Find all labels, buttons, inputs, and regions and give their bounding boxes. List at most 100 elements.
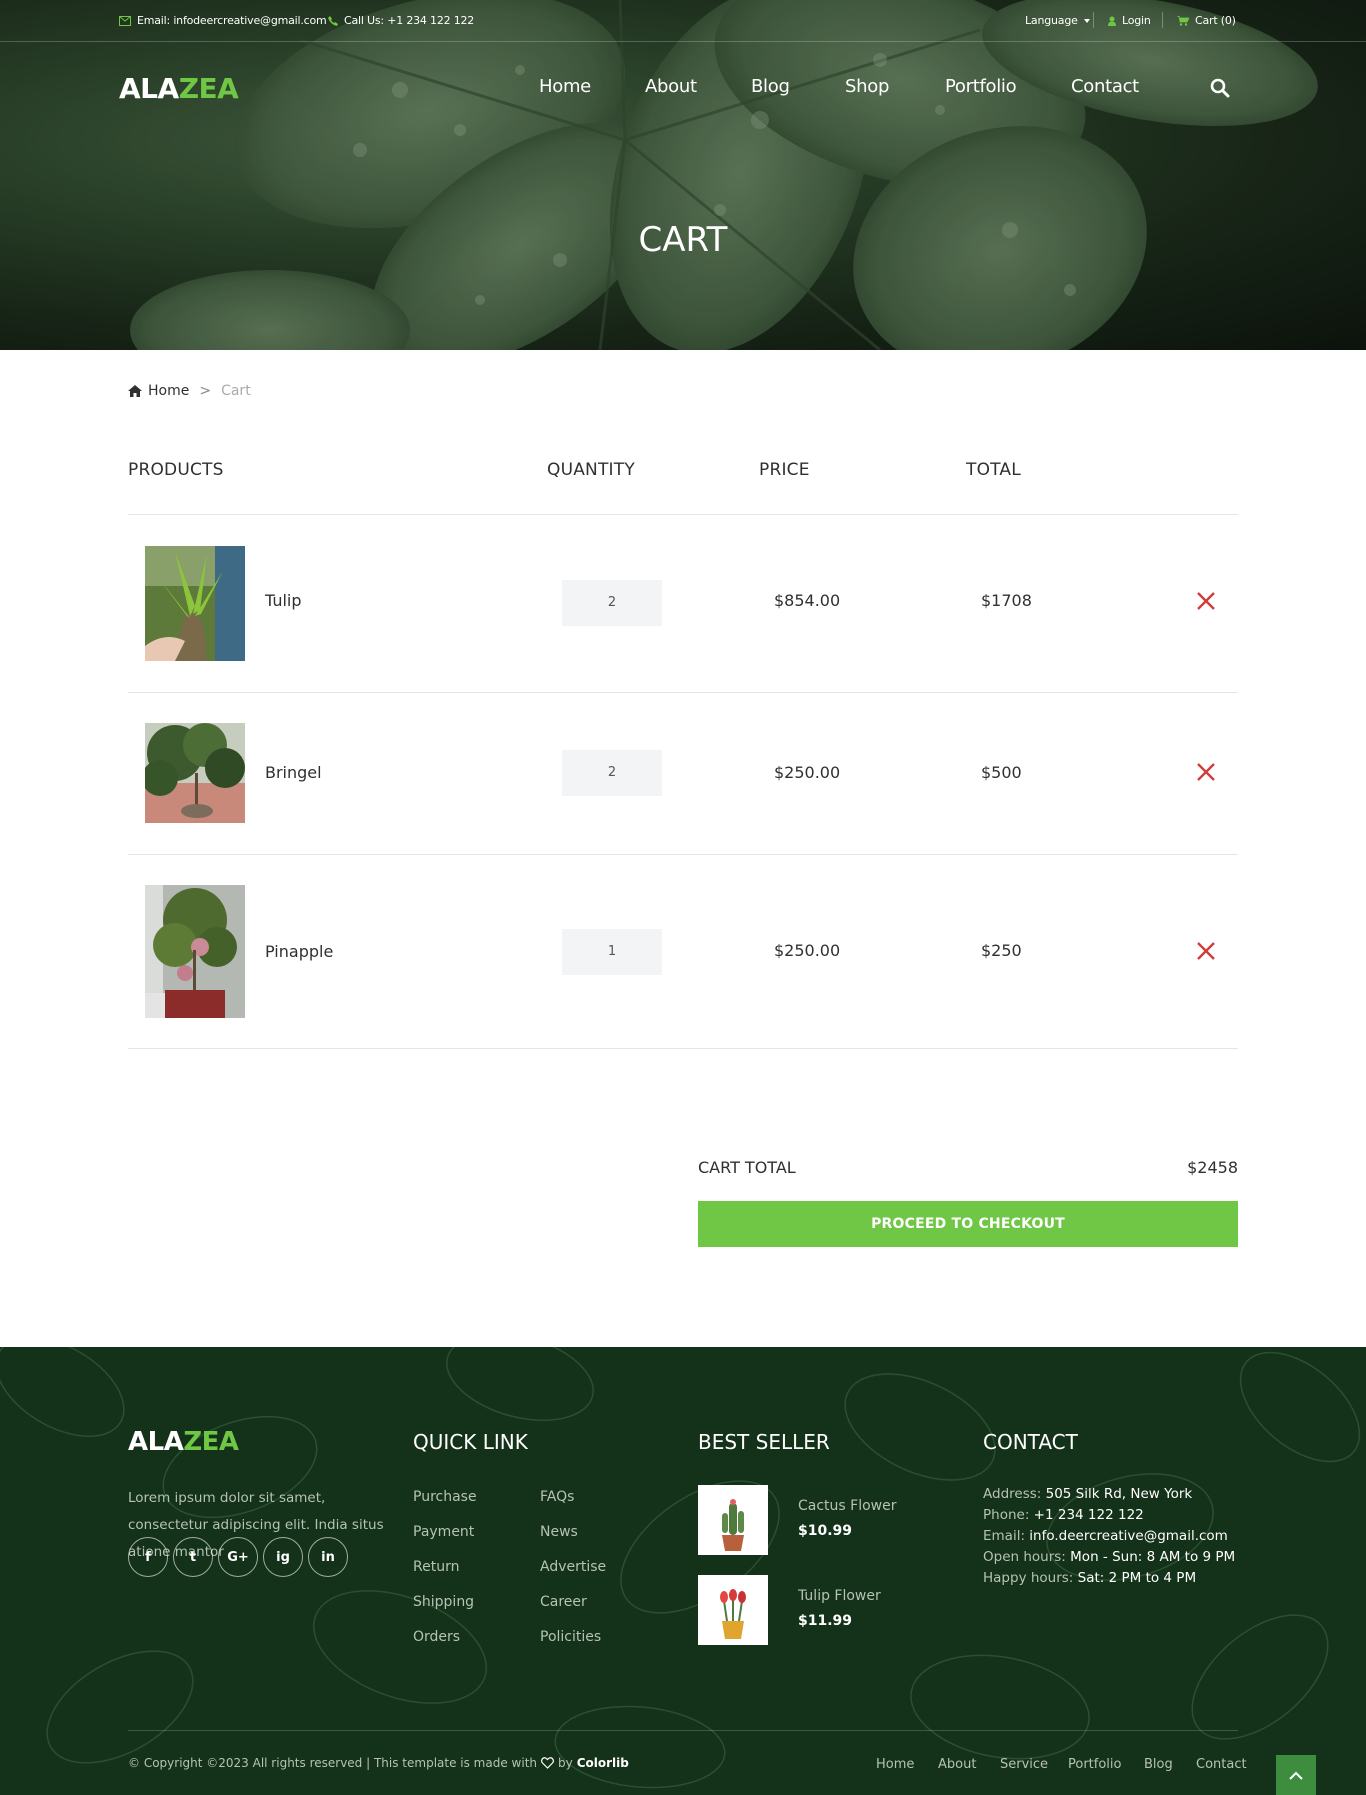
quick-link[interactable]: Advertise bbox=[540, 1559, 606, 1575]
nav-blog[interactable]: Blog bbox=[751, 76, 790, 97]
footer-nav-service[interactable]: Service bbox=[1000, 1757, 1048, 1772]
cart-label: Cart (0) bbox=[1195, 14, 1236, 27]
quick-link[interactable]: Return bbox=[413, 1559, 459, 1575]
product-image[interactable] bbox=[145, 546, 245, 661]
column-header-products: PRODUCTS bbox=[128, 460, 224, 480]
google-plus-icon[interactable]: G+ bbox=[218, 1537, 258, 1577]
proceed-to-checkout-button[interactable]: PROCEED TO CHECKOUT bbox=[698, 1201, 1238, 1247]
product-total: $250 bbox=[981, 941, 1022, 960]
best-seller-name[interactable]: Tulip Flower bbox=[798, 1588, 881, 1604]
facebook-icon[interactable]: f bbox=[128, 1537, 168, 1577]
logo-part-2: ZEA bbox=[178, 72, 239, 105]
best-seller-image[interactable] bbox=[698, 1485, 768, 1555]
quick-link[interactable]: Purchase bbox=[413, 1489, 477, 1505]
nav-contact[interactable]: Contact bbox=[1071, 76, 1139, 97]
quick-link[interactable]: Career bbox=[540, 1594, 587, 1610]
product-price: $854.00 bbox=[774, 591, 841, 610]
table-divider bbox=[128, 1048, 1238, 1049]
quick-link[interactable]: Policities bbox=[540, 1629, 601, 1645]
contact-value[interactable]: +1 234 122 122 bbox=[1034, 1507, 1144, 1523]
product-total: $1708 bbox=[981, 591, 1032, 610]
column-header-quantity: QUANTITY bbox=[547, 460, 635, 480]
nav-about[interactable]: About bbox=[645, 76, 697, 97]
logo-part-1: ALA bbox=[128, 1427, 184, 1457]
table-row: Pinapple 1 $250.00 $250 bbox=[128, 855, 1238, 1049]
search-button[interactable] bbox=[1210, 78, 1230, 102]
remove-item-button[interactable] bbox=[1196, 941, 1216, 961]
contact-value: Mon - Sun: 8 AM to 9 PM bbox=[1070, 1549, 1236, 1565]
contact-label: Happy hours: bbox=[983, 1570, 1078, 1586]
copyright: © Copyright ©2023 All rights reserved | … bbox=[128, 1756, 629, 1770]
cart-link[interactable]: Cart (0) bbox=[1177, 14, 1236, 27]
cart-total-value: $2458 bbox=[1187, 1158, 1238, 1177]
breadcrumb: Home > Cart bbox=[128, 383, 251, 399]
breadcrumb-current: Cart bbox=[221, 383, 251, 399]
quick-link[interactable]: Payment bbox=[413, 1524, 474, 1540]
footer-divider bbox=[128, 1730, 1238, 1731]
contact-value: 505 Silk Rd, New York bbox=[1045, 1486, 1193, 1502]
language-dropdown[interactable]: Language bbox=[1025, 14, 1090, 27]
topbar-separator bbox=[1162, 12, 1163, 28]
quick-link[interactable]: Shipping bbox=[413, 1594, 474, 1610]
nav-shop[interactable]: Shop bbox=[845, 76, 889, 97]
best-seller-price: $10.99 bbox=[798, 1523, 853, 1539]
product-name[interactable]: Bringel bbox=[265, 763, 322, 782]
best-seller-heading: BEST SELLER bbox=[698, 1430, 830, 1454]
product-price: $250.00 bbox=[774, 763, 841, 782]
quick-link-heading: QUICK LINK bbox=[413, 1430, 528, 1454]
table-row: Tulip 2 $854.00 $1708 bbox=[128, 515, 1238, 692]
quantity-input[interactable]: 1 bbox=[562, 929, 662, 975]
logo-part-2: ZEA bbox=[183, 1427, 239, 1457]
footer-nav-home[interactable]: Home bbox=[876, 1757, 914, 1772]
quick-link[interactable]: FAQs bbox=[540, 1489, 574, 1505]
quantity-input[interactable]: 2 bbox=[562, 580, 662, 626]
table-row: Bringel 2 $250.00 $500 bbox=[128, 693, 1238, 854]
best-seller-name[interactable]: Cactus Flower bbox=[798, 1498, 897, 1514]
nav-portfolio[interactable]: Portfolio bbox=[945, 76, 1017, 97]
topbar-email-text: Email: infodeercreative@gmail.com bbox=[137, 14, 327, 27]
linkedin-icon[interactable]: in bbox=[308, 1537, 348, 1577]
login-label: Login bbox=[1122, 14, 1151, 27]
footer-logo[interactable]: ALAZEA bbox=[128, 1427, 239, 1457]
contact-label: Open hours: bbox=[983, 1549, 1071, 1565]
instagram-icon[interactable]: ig bbox=[263, 1537, 303, 1577]
quick-link[interactable]: News bbox=[540, 1524, 578, 1540]
topbar-separator bbox=[1093, 12, 1094, 28]
footer-nav-about[interactable]: About bbox=[938, 1757, 976, 1772]
product-name[interactable]: Tulip bbox=[265, 591, 302, 610]
colorlib-link[interactable]: Colorlib bbox=[577, 1756, 629, 1770]
best-seller-image[interactable] bbox=[698, 1575, 768, 1645]
footer-nav-blog[interactable]: Blog bbox=[1144, 1757, 1173, 1772]
remove-item-button[interactable] bbox=[1196, 762, 1216, 782]
close-icon bbox=[1197, 592, 1215, 610]
topbar-email[interactable]: Email: infodeercreative@gmail.com bbox=[119, 14, 327, 27]
contact-happy-hours: Happy hours: Sat: 2 PM to 4 PM bbox=[983, 1570, 1196, 1586]
contact-address: Address: 505 Silk Rd, New York bbox=[983, 1486, 1192, 1502]
product-image[interactable] bbox=[145, 723, 245, 823]
quantity-input[interactable]: 2 bbox=[562, 750, 662, 796]
footer-nav-portfolio[interactable]: Portfolio bbox=[1068, 1757, 1121, 1772]
scroll-to-top-button[interactable] bbox=[1276, 1755, 1316, 1795]
copyright-text: © Copyright ©2023 All rights reserved | … bbox=[128, 1756, 538, 1770]
close-icon bbox=[1197, 942, 1215, 960]
product-image[interactable] bbox=[145, 885, 245, 1018]
page-title: CART bbox=[638, 220, 728, 260]
contact-heading: CONTACT bbox=[983, 1430, 1078, 1454]
chevron-up-icon bbox=[1289, 1771, 1303, 1780]
cart-total-label: CART TOTAL bbox=[698, 1158, 796, 1177]
topbar-phone[interactable]: Call Us: +1 234 122 122 bbox=[328, 14, 474, 27]
footer-nav-contact[interactable]: Contact bbox=[1196, 1757, 1247, 1772]
caret-down-icon bbox=[1083, 18, 1090, 23]
contact-value[interactable]: info.deercreative@gmail.com bbox=[1029, 1528, 1228, 1544]
language-label: Language bbox=[1025, 14, 1078, 27]
contact-label: Address: bbox=[983, 1486, 1046, 1502]
site-logo[interactable]: ALAZEA bbox=[119, 72, 239, 105]
remove-item-button[interactable] bbox=[1196, 591, 1216, 611]
login-link[interactable]: Login bbox=[1108, 14, 1151, 27]
product-name[interactable]: Pinapple bbox=[265, 942, 333, 961]
topbar-phone-text: Call Us: +1 234 122 122 bbox=[344, 14, 475, 27]
twitter-icon[interactable]: t bbox=[173, 1537, 213, 1577]
breadcrumb-home[interactable]: Home bbox=[148, 383, 189, 399]
quick-link[interactable]: Orders bbox=[413, 1629, 460, 1645]
nav-home[interactable]: Home bbox=[539, 76, 591, 97]
